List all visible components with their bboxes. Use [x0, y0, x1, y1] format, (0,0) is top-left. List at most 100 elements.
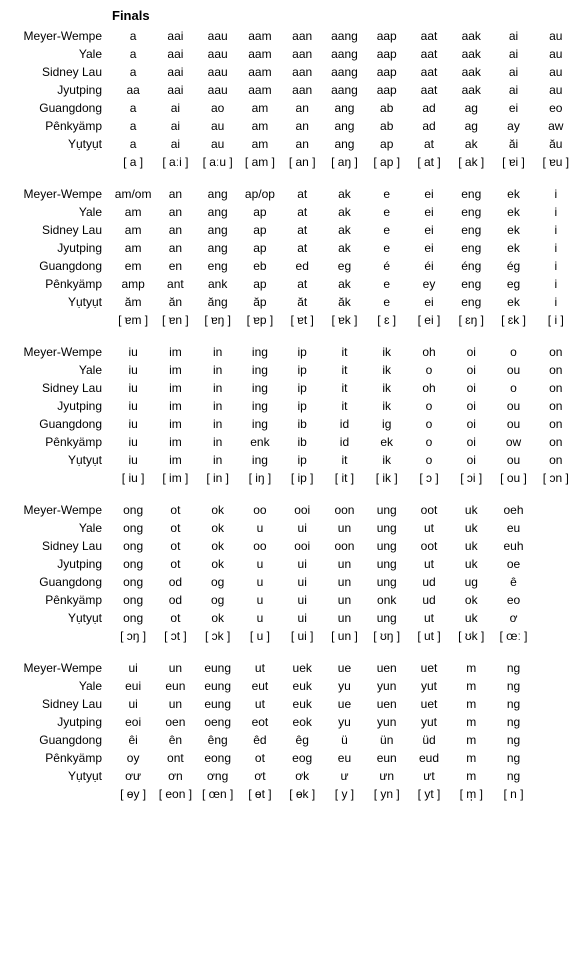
cell: aak — [450, 63, 492, 81]
row-label: Jyutping — [4, 81, 112, 99]
row-cells: ongodoguuiunonkudokeo — [112, 591, 573, 609]
row-cells: aaiauamanangabadagayaw — [112, 117, 573, 135]
cell: yu — [323, 677, 365, 695]
cell: ip — [281, 451, 323, 469]
cell: im — [154, 451, 196, 469]
cell: ung — [366, 519, 408, 537]
table-row: Yụtyụtaaiauamanangapatakăiău — [4, 135, 573, 153]
cell: i — [535, 203, 573, 221]
cell: enk — [239, 433, 281, 451]
row-label: Meyer-Wempe — [4, 343, 112, 361]
cell: i — [535, 293, 573, 311]
cell: ong — [112, 555, 154, 573]
cell: e — [366, 293, 408, 311]
row-label: Yale — [4, 45, 112, 63]
cell: ey — [408, 275, 450, 293]
cell: ek — [492, 293, 534, 311]
ipa-cell: [ ɔk ] — [197, 627, 239, 645]
cell: in — [197, 361, 239, 379]
cell: e — [366, 185, 408, 203]
cell: aam — [239, 45, 281, 63]
cell: au — [535, 81, 573, 99]
cell: êng — [197, 731, 239, 749]
table-row: Sidney Lauongotokooooioonungootukeuh — [4, 537, 573, 555]
cell: ow — [492, 433, 534, 451]
cell: ed — [281, 257, 323, 275]
table-row: Jyutpingongotokuuiunungutukoe — [4, 555, 573, 573]
ipa-cell: [ ɵk ] — [281, 785, 323, 803]
cell: ap/op — [239, 185, 281, 203]
ipa-cell: [ an ] — [281, 153, 323, 171]
cell: am — [239, 117, 281, 135]
cell: aam — [239, 81, 281, 99]
table-row: Yaleamanangapatakeeiengeki — [4, 203, 573, 221]
cell: eok — [281, 713, 323, 731]
cell: amp — [112, 275, 154, 293]
cell: ab — [366, 99, 408, 117]
cell — [535, 609, 573, 627]
cell: ăk — [323, 293, 365, 311]
row-cells: iuiminingipitikohoioon — [112, 343, 573, 361]
cell: ao — [197, 99, 239, 117]
cell: u — [239, 573, 281, 591]
row-label: Sidney Lau — [4, 63, 112, 81]
row-cells: ongotokooooioonungootukoeh — [112, 501, 573, 519]
ipa-cell: [ u ] — [239, 627, 281, 645]
cell: ont — [154, 749, 196, 767]
cell — [535, 501, 573, 519]
ipa-cell: [ n ] — [492, 785, 534, 803]
cell — [535, 659, 573, 677]
cell: aat — [408, 63, 450, 81]
cell: ek — [366, 433, 408, 451]
cell: an — [154, 203, 196, 221]
cell: ue — [323, 659, 365, 677]
cell: iu — [112, 361, 154, 379]
cell: ai — [154, 117, 196, 135]
cell: i — [535, 239, 573, 257]
cell: id — [323, 415, 365, 433]
cell: ot — [154, 609, 196, 627]
cell: e — [366, 221, 408, 239]
cell: aap — [366, 81, 408, 99]
cell: ưn — [366, 767, 408, 785]
ipa-cell: [ ɵt ] — [239, 785, 281, 803]
cell: on — [535, 343, 573, 361]
row-cells: amanangapatakeeiengeki — [112, 203, 573, 221]
cell: ơt — [239, 767, 281, 785]
cell: im — [154, 361, 196, 379]
cell: ung — [366, 609, 408, 627]
cell: i — [535, 185, 573, 203]
cell: aai — [154, 45, 196, 63]
cell: ung — [366, 537, 408, 555]
ipa-cell: [ eon ] — [154, 785, 196, 803]
cell: ng — [492, 695, 534, 713]
cell: ud — [408, 591, 450, 609]
cell: aai — [154, 27, 196, 45]
ipa-cell — [535, 627, 573, 645]
cell: ăp — [239, 293, 281, 311]
cell: ak — [323, 275, 365, 293]
cell: éi — [408, 257, 450, 275]
row-cells: ongodoguuiunungudugê — [112, 573, 573, 591]
cell: ek — [492, 185, 534, 203]
cell: aap — [366, 45, 408, 63]
row-cells: euieuneungeuteukyuyunyutmng — [112, 677, 573, 695]
cell: eud — [408, 749, 450, 767]
cell: o — [408, 361, 450, 379]
cell: ab — [366, 117, 408, 135]
cell: ad — [408, 117, 450, 135]
row-cells: emenengebedegééiéngégi — [112, 257, 573, 275]
cell: ai — [154, 99, 196, 117]
cell: aam — [239, 63, 281, 81]
cell: ung — [366, 501, 408, 519]
cell: at — [281, 185, 323, 203]
row-label: Guangdong — [4, 573, 112, 591]
ipa-row: [ ɔŋ ][ ɔt ][ ɔk ][ u ][ ui ][ un ][ ʊŋ … — [4, 627, 573, 645]
ipa-cell: [ ɐp ] — [239, 311, 281, 329]
cell: ooi — [281, 537, 323, 555]
cell: ong — [112, 537, 154, 555]
row-label: Sidney Lau — [4, 695, 112, 713]
cell: ui — [281, 591, 323, 609]
cell: am — [112, 239, 154, 257]
cell: ing — [239, 451, 281, 469]
